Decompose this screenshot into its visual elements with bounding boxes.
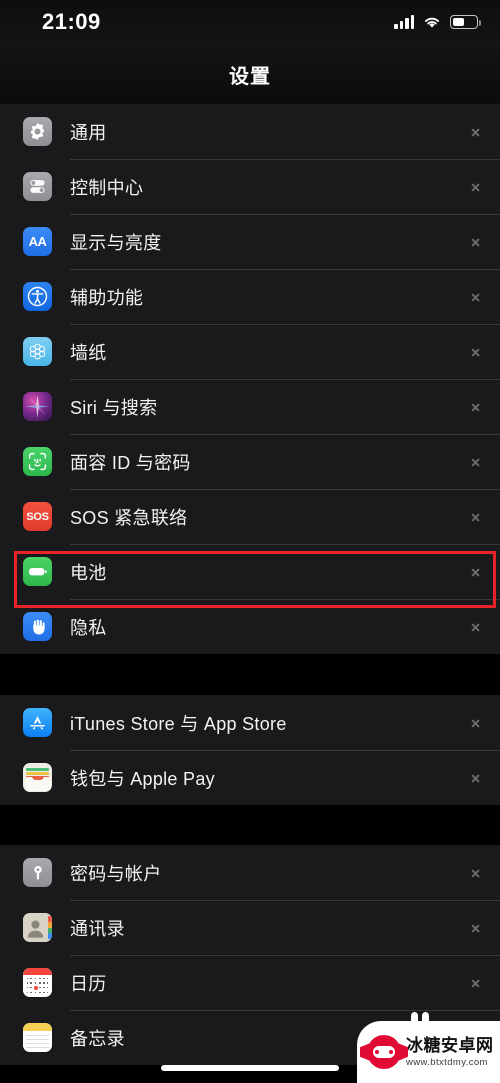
settings-row-control-center[interactable]: 控制中心 — [0, 159, 500, 214]
page-title: 设置 — [229, 65, 271, 88]
settings-row-label: 辅助功能 — [70, 287, 144, 308]
wallpaper-icon — [23, 337, 52, 366]
chevron-right-icon — [471, 563, 482, 581]
siri-icon — [23, 392, 52, 421]
chevron-right-icon — [471, 714, 482, 732]
settings-row-label: 电池 — [70, 562, 107, 583]
candy-gamepad-logo-icon — [367, 1035, 401, 1069]
settings-row-label: iTunes Store 与 App Store — [70, 713, 287, 734]
settings-row-face-id-passcode[interactable]: 面容 ID 与密码 — [0, 434, 500, 489]
chevron-right-icon — [471, 178, 482, 196]
site-watermark: 冰糖安卓网 www.btxtdmy.com — [357, 1012, 500, 1083]
settings-row-label: 钱包与 Apple Pay — [70, 768, 215, 789]
settings-group-store: iTunes Store 与 App Store 钱包与 Apple Pay — [0, 695, 500, 805]
cellular-signal-icon — [394, 14, 414, 29]
chevron-right-icon — [471, 233, 482, 251]
chevron-right-icon — [471, 343, 482, 361]
navigation-bar: 设置 — [0, 44, 500, 104]
chevron-right-icon — [471, 974, 482, 992]
watermark-text: 冰糖安卓网 www.btxtdmy.com — [406, 1037, 494, 1068]
settings-row-label: 通用 — [70, 122, 107, 143]
chevron-right-icon — [471, 123, 482, 141]
chevron-right-icon — [471, 453, 482, 471]
chevron-right-icon — [471, 508, 482, 526]
status-time: 21:09 — [42, 9, 101, 34]
settings-row-battery[interactable]: 电池 — [0, 544, 500, 599]
settings-row-label: 密码与帐户 — [70, 863, 162, 884]
wallet-icon — [23, 763, 52, 792]
gear-icon — [23, 117, 52, 146]
settings-group-system: 通用 控制中心 AA 显示与亮度 辅助功能 墙纸 Siri 与搜索 面容 ID … — [0, 104, 500, 654]
settings-row-label: 备忘录 — [70, 1028, 125, 1049]
chevron-right-icon — [471, 864, 482, 882]
face-id-icon — [23, 447, 52, 476]
battery-icon — [23, 557, 52, 586]
home-indicator[interactable] — [161, 1065, 339, 1071]
settings-row-passwords-accounts[interactable]: 密码与帐户 — [0, 845, 500, 900]
notes-icon — [23, 1023, 52, 1052]
settings-row-label: 日历 — [70, 973, 107, 994]
settings-row-calendar[interactable]: 日历 — [0, 955, 500, 1010]
settings-row-label: 隐私 — [70, 617, 107, 638]
settings-row-label: 控制中心 — [70, 177, 144, 198]
display-aa-icon: AA — [23, 227, 52, 256]
watermark-url: www.btxtdmy.com — [406, 1056, 488, 1068]
app-store-icon — [23, 708, 52, 737]
settings-row-display-brightness[interactable]: AA 显示与亮度 — [0, 214, 500, 269]
settings-row-wallpaper[interactable]: 墙纸 — [0, 324, 500, 379]
settings-row-emergency-sos[interactable]: SOS SOS 紧急联络 — [0, 489, 500, 544]
settings-row-label: SOS 紧急联络 — [70, 507, 188, 528]
settings-row-label: 墙纸 — [70, 342, 107, 363]
wifi-icon — [423, 15, 441, 29]
key-icon — [23, 858, 52, 887]
contacts-icon — [23, 913, 52, 942]
watermark-site-name: 冰糖安卓网 — [406, 1035, 494, 1055]
chevron-right-icon — [471, 769, 482, 787]
chevron-right-icon — [471, 398, 482, 416]
settings-row-contacts[interactable]: 通讯录 — [0, 900, 500, 955]
toggles-icon — [23, 172, 52, 201]
status-indicators — [394, 14, 481, 30]
settings-row-wallet-apple-pay[interactable]: 钱包与 Apple Pay — [0, 750, 500, 805]
settings-row-itunes-app-store[interactable]: iTunes Store 与 App Store — [0, 695, 500, 750]
group-gap — [0, 805, 500, 845]
accessibility-icon — [23, 282, 52, 311]
settings-row-label: 面容 ID 与密码 — [70, 452, 191, 473]
settings-row-privacy[interactable]: 隐私 — [0, 599, 500, 654]
settings-row-general[interactable]: 通用 — [0, 104, 500, 159]
privacy-hand-icon — [23, 612, 52, 641]
status-bar: 21:09 — [0, 0, 500, 44]
settings-row-accessibility[interactable]: 辅助功能 — [0, 269, 500, 324]
chevron-right-icon — [471, 618, 482, 636]
battery-icon — [450, 14, 481, 29]
sos-icon: SOS — [23, 502, 52, 531]
chevron-right-icon — [471, 288, 482, 306]
chevron-right-icon — [471, 919, 482, 937]
calendar-icon — [23, 968, 52, 997]
settings-row-siri-search[interactable]: Siri 与搜索 — [0, 379, 500, 434]
settings-row-label: 显示与亮度 — [70, 232, 162, 253]
iphone-settings-screen: 21:09 设置 通用 控制中心 AA 显示与亮度 辅助功能 墙纸 Siri 与… — [0, 0, 500, 1083]
settings-row-label: Siri 与搜索 — [70, 397, 158, 418]
settings-list: 通用 控制中心 AA 显示与亮度 辅助功能 墙纸 Siri 与搜索 面容 ID … — [0, 104, 500, 1065]
settings-row-label: 通讯录 — [70, 918, 125, 939]
watermark-ears-icon — [411, 1012, 429, 1024]
group-gap — [0, 654, 500, 695]
